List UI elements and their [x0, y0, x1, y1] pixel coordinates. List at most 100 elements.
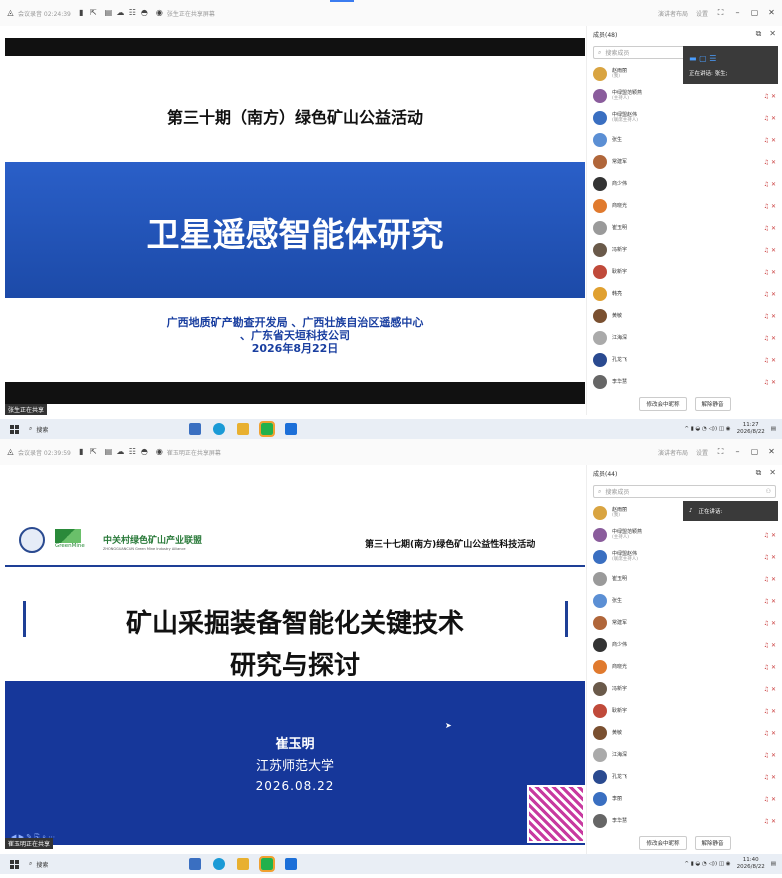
tray-icons[interactable]: ^ ▮ ◒ ◔ ◁)) ◫ ◉	[684, 861, 730, 867]
member-status-icons[interactable]: ♫ ✕	[764, 291, 776, 298]
share-indicator[interactable]: 崔玉明正在共享	[5, 838, 54, 849]
member-status-icons[interactable]: ♫ ✕	[764, 532, 776, 539]
edge-icon[interactable]	[213, 858, 225, 870]
member-row[interactable]: 冯新宇 ♫ ✕	[587, 678, 782, 700]
member-row[interactable]: 崔玉明 ♫ ✕	[587, 568, 782, 590]
close-icon[interactable]: ✕	[767, 448, 776, 456]
member-row[interactable]: 中绿盟范颖燕 (主持人) ♫ ✕	[587, 524, 782, 546]
member-status-icons[interactable]: ♫ ✕	[764, 137, 776, 144]
share-indicator[interactable]: 张生正在共享	[5, 404, 48, 415]
close-icon[interactable]: ✕	[767, 9, 776, 17]
member-status-icons[interactable]: ♫ ✕	[764, 203, 776, 210]
member-status-icons[interactable]: ♫ ✕	[764, 576, 776, 583]
windows-start-icon[interactable]	[10, 859, 19, 869]
member-row[interactable]: 冯新宇 ♫ ✕	[587, 239, 782, 261]
close-panel-icon[interactable]: ✕	[769, 468, 776, 478]
share-icon[interactable]: ⇱	[89, 9, 98, 17]
folder-icon[interactable]	[237, 858, 249, 870]
mask-icon[interactable]: ◓	[140, 9, 149, 17]
member-row[interactable]: 韩亮 ♫ ✕	[587, 283, 782, 305]
mask-icon[interactable]: ◓	[140, 448, 149, 456]
member-status-icons[interactable]: ♫ ✕	[764, 181, 776, 188]
member-row[interactable]: 黄敏 ♫ ✕	[587, 305, 782, 327]
whiteboard-icon[interactable]: ▤	[104, 9, 113, 17]
member-row[interactable]: 耿新宇 ♫ ✕	[587, 700, 782, 722]
edge-icon[interactable]	[213, 423, 225, 435]
member-row[interactable]: 商少伟 ♫ ✕	[587, 634, 782, 656]
member-status-icons[interactable]: ♫ ✕	[764, 247, 776, 254]
member-row[interactable]: 江海深 ♫ ✕	[587, 744, 782, 766]
whiteboard-icon[interactable]: ▤	[104, 448, 113, 456]
member-status-icons[interactable]: ♫ ✕	[764, 159, 776, 166]
popout-icon[interactable]: ⧉	[756, 468, 762, 478]
member-status-icons[interactable]: ♫ ✕	[764, 115, 776, 122]
member-row[interactable]: 孔龙飞 ♫ ✕	[587, 349, 782, 371]
unmute-all-button[interactable]: 解除静音	[694, 397, 731, 411]
member-status-icons[interactable]: ♫ ✕	[764, 664, 776, 671]
member-status-icons[interactable]: ♫ ✕	[764, 313, 776, 320]
members-icon[interactable]: ☷	[128, 448, 137, 456]
view-mode-icon[interactable]: ▬ ▢ ☰	[689, 54, 716, 63]
layout-button[interactable]: 演讲者布局	[658, 448, 688, 457]
layout-button[interactable]: 演讲者布局	[658, 9, 688, 18]
member-status-icons[interactable]: ♫ ✕	[764, 818, 776, 825]
member-status-icons[interactable]: ♫ ✕	[764, 225, 776, 232]
member-row[interactable]: 中绿盟范颖燕 (主持人) ♫ ✕	[587, 85, 782, 107]
rename-button[interactable]: 修改会中昵称	[639, 397, 687, 411]
notification-icon[interactable]: ▤	[771, 861, 776, 867]
taskbar-search[interactable]: ⌕ 搜索	[29, 425, 169, 434]
cloud-icon[interactable]: ☁	[116, 448, 125, 456]
member-status-icons[interactable]: ♫ ✕	[764, 93, 776, 100]
settings-button[interactable]: 设置	[696, 448, 708, 457]
wechat-icon[interactable]	[259, 856, 275, 872]
member-search-input[interactable]: ⌕ 搜索成员 ⚇	[593, 485, 776, 498]
windows-start-icon[interactable]	[10, 424, 19, 434]
member-row[interactable]: 黄敏 ♫ ✕	[587, 722, 782, 744]
member-status-icons[interactable]: ♫ ✕	[764, 554, 776, 561]
member-status-icons[interactable]: ♫ ✕	[764, 379, 776, 386]
member-row[interactable]: 商晓光 ♫ ✕	[587, 656, 782, 678]
member-status-icons[interactable]: ♫ ✕	[764, 269, 776, 276]
member-row[interactable]: 商少伟 ♫ ✕	[587, 173, 782, 195]
meeting-app-icon[interactable]	[285, 423, 297, 435]
member-status-icons[interactable]: ♫ ✕	[764, 686, 776, 693]
minimize-icon[interactable]: –	[733, 448, 742, 456]
popout-icon[interactable]: ⧉	[756, 29, 762, 39]
app-icon-1[interactable]	[189, 423, 201, 435]
member-status-icons[interactable]: ♫ ✕	[764, 335, 776, 342]
member-row[interactable]: 孔龙飞 ♫ ✕	[587, 766, 782, 788]
member-row[interactable]: 张生 ♫ ✕	[587, 129, 782, 151]
settings-button[interactable]: 设置	[696, 9, 708, 18]
member-row[interactable]: 常建军 ♫ ✕	[587, 612, 782, 634]
taskbar-search[interactable]: ⌕ 搜索	[29, 860, 169, 869]
member-row[interactable]: 李华慧 ♫ ✕	[587, 371, 782, 393]
member-row[interactable]: 崔玉明 ♫ ✕	[587, 217, 782, 239]
member-status-icons[interactable]: ♫ ✕	[764, 774, 776, 781]
member-row[interactable]: 中绿盟赵伟 (联席主持人) ♫ ✕	[587, 546, 782, 568]
member-status-icons[interactable]: ♫ ✕	[764, 752, 776, 759]
member-status-icons[interactable]: ♫ ✕	[764, 598, 776, 605]
tray-icons[interactable]: ^ ▮ ◒ ◔ ◁)) ◫ ◉	[684, 426, 730, 432]
fullscreen-icon[interactable]: ⛶	[716, 448, 725, 456]
fullscreen-icon[interactable]: ⛶	[716, 9, 725, 17]
member-status-icons[interactable]: ♫ ✕	[764, 357, 776, 364]
member-status-icons[interactable]: ♫ ✕	[764, 708, 776, 715]
notification-icon[interactable]: ▤	[771, 426, 776, 432]
maximize-icon[interactable]: ▢	[750, 448, 759, 456]
invite-icon[interactable]: ⚇	[766, 488, 771, 495]
share-icon[interactable]: ⇱	[89, 448, 98, 456]
folder-icon[interactable]	[237, 423, 249, 435]
member-status-icons[interactable]: ♫ ✕	[764, 620, 776, 627]
member-row[interactable]: 江海深 ♫ ✕	[587, 327, 782, 349]
rename-button[interactable]: 修改会中昵称	[639, 836, 687, 850]
member-row[interactable]: 中绿盟赵伟 (联席主持人) ♫ ✕	[587, 107, 782, 129]
member-status-icons[interactable]: ♫ ✕	[764, 642, 776, 649]
minimize-icon[interactable]: –	[733, 9, 742, 17]
members-icon[interactable]: ☷	[128, 9, 137, 17]
cloud-icon[interactable]: ☁	[116, 9, 125, 17]
member-row[interactable]: 商晓光 ♫ ✕	[587, 195, 782, 217]
member-row[interactable]: 常建军 ♫ ✕	[587, 151, 782, 173]
meeting-app-icon[interactable]	[285, 858, 297, 870]
app-icon-1[interactable]	[189, 858, 201, 870]
member-row[interactable]: 耿新宇 ♫ ✕	[587, 261, 782, 283]
